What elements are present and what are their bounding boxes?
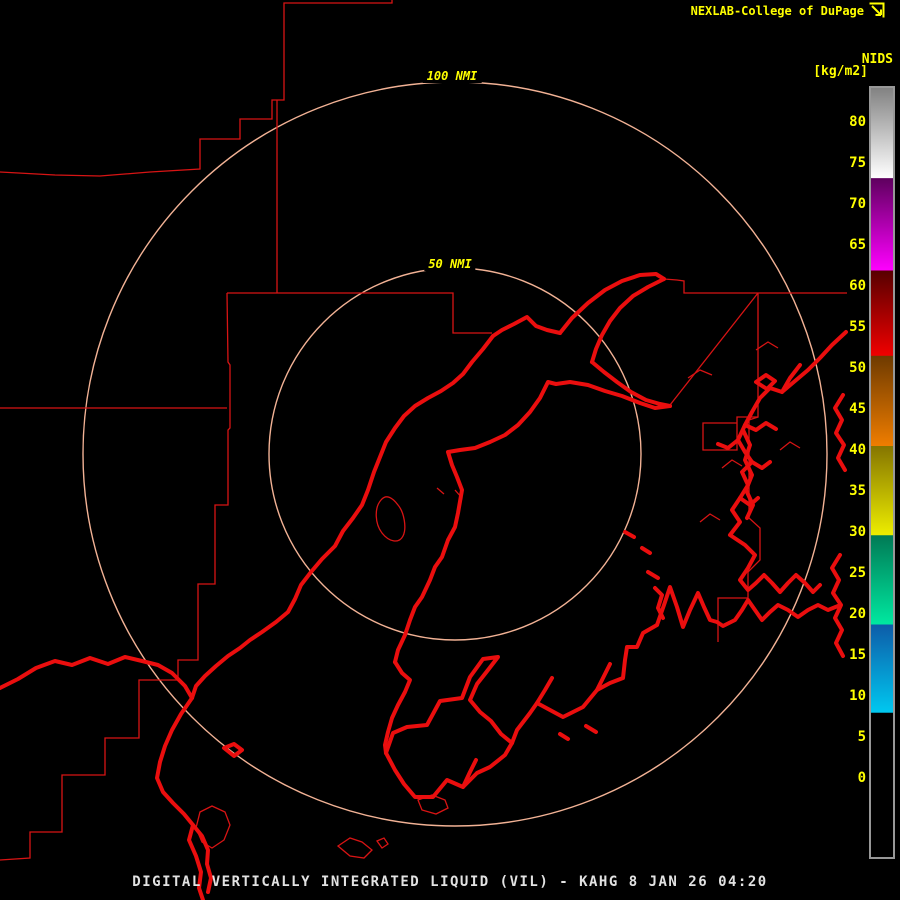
shoreline-detail: [195, 341, 801, 859]
colorbar-tick-label: 80: [849, 114, 866, 130]
colorbar-tick-label: 40: [849, 442, 866, 458]
range-ring-label-100nmi: 100 NMI: [422, 69, 482, 83]
colorbar-tick-label: 20: [849, 606, 866, 622]
coastlines: [0, 272, 848, 900]
arrow-box-icon: [869, 2, 885, 18]
colorbar-tick-label: 55: [849, 319, 866, 335]
colorbar-tick-label: 15: [849, 647, 866, 663]
colorbar-tick-label: 60: [849, 278, 866, 294]
colorbar-tick-label: 30: [849, 524, 866, 540]
colorbar-tick-label: 45: [849, 401, 866, 417]
zone-boundaries: [0, 0, 847, 861]
colorbar-tick-label: 65: [849, 237, 866, 253]
radar-display: NEXLAB-College of DuPage NIDS [kg/m2] 80…: [0, 0, 900, 900]
range-rings: [82, 81, 828, 827]
range-ring-label-50nmi: 50 NMI: [424, 257, 476, 271]
radar-map: [0, 0, 848, 900]
colorbar-tick-label: 70: [849, 196, 866, 212]
range-ring-100nmi: [82, 81, 828, 827]
colorbar-tick-label: 35: [849, 483, 866, 499]
colorbar-tick-label: 10: [849, 688, 866, 704]
colorbar-tick-label: 5: [857, 729, 866, 745]
color-scale-bar: [869, 86, 895, 859]
site-title: NEXLAB-College of DuPage: [690, 4, 864, 18]
colorbar-tick-label: 50: [849, 360, 866, 376]
colorbar-tick-label: 75: [849, 155, 866, 171]
colorbar-tick-label: 25: [849, 565, 866, 581]
product-title: DIGITAL VERTICALLY INTEGRATED LIQUID (VI…: [132, 874, 768, 890]
unit-label: [kg/m2]: [813, 64, 868, 79]
range-ring-50nmi: [268, 267, 642, 641]
colorbar-tick-label: 0: [857, 770, 866, 786]
